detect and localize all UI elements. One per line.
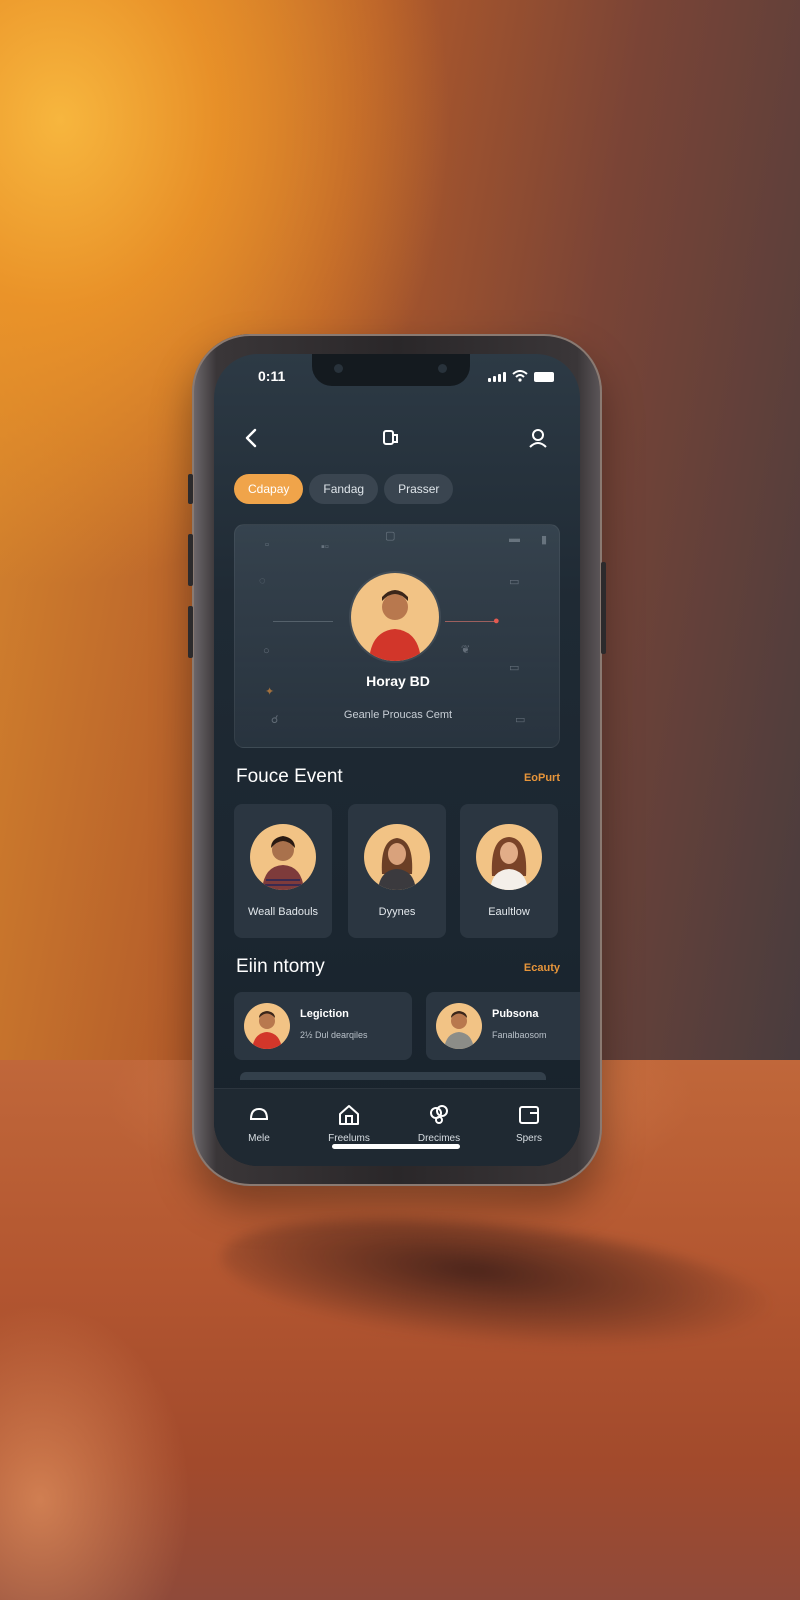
person-name: Weall Badouls — [247, 906, 319, 918]
wifi-icon — [512, 370, 528, 382]
person-card[interactable]: Weall Badouls — [234, 804, 332, 938]
list-item[interactable]: Legiction 2½ Dul dearqiles — [234, 992, 412, 1060]
side-button-volume-down — [188, 606, 193, 658]
section-link[interactable]: Ecauty — [524, 962, 560, 974]
side-button-mute — [188, 474, 193, 504]
profile-subtitle: Geanle Proucas Cemt — [343, 709, 453, 721]
person-name: Dyynes — [378, 906, 416, 918]
status-time: 0:11 — [258, 368, 286, 384]
home-icon — [250, 1107, 268, 1120]
person-avatar-icon — [490, 837, 528, 890]
sensor-icon — [334, 364, 343, 373]
deco-minus-icon: ▭ — [509, 576, 520, 588]
back-chevron-icon[interactable] — [240, 426, 264, 450]
square-icon — [519, 1106, 539, 1124]
tab-mele[interactable]: Mele — [214, 1103, 304, 1144]
person-avatar-icon — [252, 1011, 282, 1049]
home-indicator[interactable] — [332, 1144, 460, 1149]
list-item-title: Pubsona — [492, 1008, 539, 1020]
list-item-subtitle: 2½ Dul dearqiles — [300, 1030, 368, 1040]
phone-device: 0:11 Cdapay Fandag Prasser ▫ ▪▫ ▢ ▬ ▮ ◌ … — [188, 334, 606, 1186]
deco-lock-icon: ▢ — [385, 530, 396, 542]
person-avatar-icon — [378, 838, 416, 890]
deco-circle-icon: ◌ — [259, 575, 266, 587]
tab-label: Drecimes — [417, 1133, 461, 1144]
profile-name: Horay BD — [366, 673, 430, 689]
section-title: Eiin ntomy — [236, 956, 325, 977]
avatar — [436, 1003, 482, 1049]
deco-dots-icon: ▪▫ — [321, 541, 329, 553]
list-item[interactable]: Pubsona Fanalbaosom — [426, 992, 580, 1060]
notch — [312, 354, 470, 386]
person-name: Eaultlow — [488, 906, 530, 918]
house-icon — [339, 1105, 359, 1125]
status-icons — [488, 370, 554, 382]
person-avatar-icon — [369, 590, 421, 661]
deco-line — [273, 621, 333, 622]
filter-chips: Cdapay Fandag Prasser — [234, 474, 454, 504]
tab-label: Freelums — [328, 1133, 370, 1144]
avatar — [476, 824, 542, 890]
deco-dash-icon: ▬ — [509, 533, 520, 545]
avatar — [364, 824, 430, 890]
tab-freelums[interactable]: Freelums — [304, 1103, 394, 1144]
battery-icon — [534, 372, 554, 382]
app-logo-icon[interactable] — [380, 426, 404, 450]
deco-line — [445, 621, 495, 622]
avatar — [250, 824, 316, 890]
signal-icon — [488, 372, 506, 382]
list-item-subtitle: Fanalbaosom — [492, 1030, 547, 1040]
profile-card[interactable]: ▫ ▪▫ ▢ ▬ ▮ ◌ ▭ ○ ✦ ▭ ▭ ☌ ❦ ● Horay BD Ge… — [234, 524, 560, 748]
sheet-handle — [240, 1072, 546, 1080]
deco-bar-icon: ▮ — [541, 534, 548, 546]
camera-icon — [438, 364, 447, 373]
tab-spers[interactable]: Spers — [484, 1103, 574, 1144]
profile-icon[interactable] — [526, 426, 550, 450]
section-link[interactable]: EoPurt — [524, 772, 560, 784]
person-avatar-icon — [262, 836, 304, 890]
link-icon — [430, 1105, 448, 1124]
side-button-volume-up — [188, 534, 193, 586]
tab-label: Mele — [248, 1133, 270, 1144]
chip-2[interactable]: Prasser — [384, 474, 454, 504]
chip-0[interactable]: Cdapay — [234, 474, 304, 504]
tab-bar: Mele Freelums Drecimes Spers — [214, 1088, 580, 1166]
person-card[interactable]: Dyynes — [348, 804, 446, 938]
side-button-power — [601, 562, 606, 654]
deco-dot-icon: ● — [493, 615, 500, 627]
deco-ring-icon: ○ — [263, 645, 270, 657]
deco-leaf-icon: ❦ — [461, 644, 471, 656]
deco-square-icon: ▫ — [265, 539, 269, 551]
section-title: Fouce Event — [236, 766, 343, 787]
tab-label: Spers — [515, 1133, 543, 1144]
top-nav — [214, 424, 580, 464]
phone-screen: 0:11 Cdapay Fandag Prasser ▫ ▪▫ ▢ ▬ ▮ ◌ … — [214, 354, 580, 1166]
avatar[interactable] — [351, 573, 439, 661]
avatar — [244, 1003, 290, 1049]
person-card[interactable]: Eaultlow — [460, 804, 558, 938]
list-item-title: Legiction — [300, 1008, 349, 1020]
person-avatar-icon — [444, 1011, 474, 1049]
chip-1[interactable]: Fandag — [309, 474, 379, 504]
tab-drecimes[interactable]: Drecimes — [394, 1103, 484, 1144]
